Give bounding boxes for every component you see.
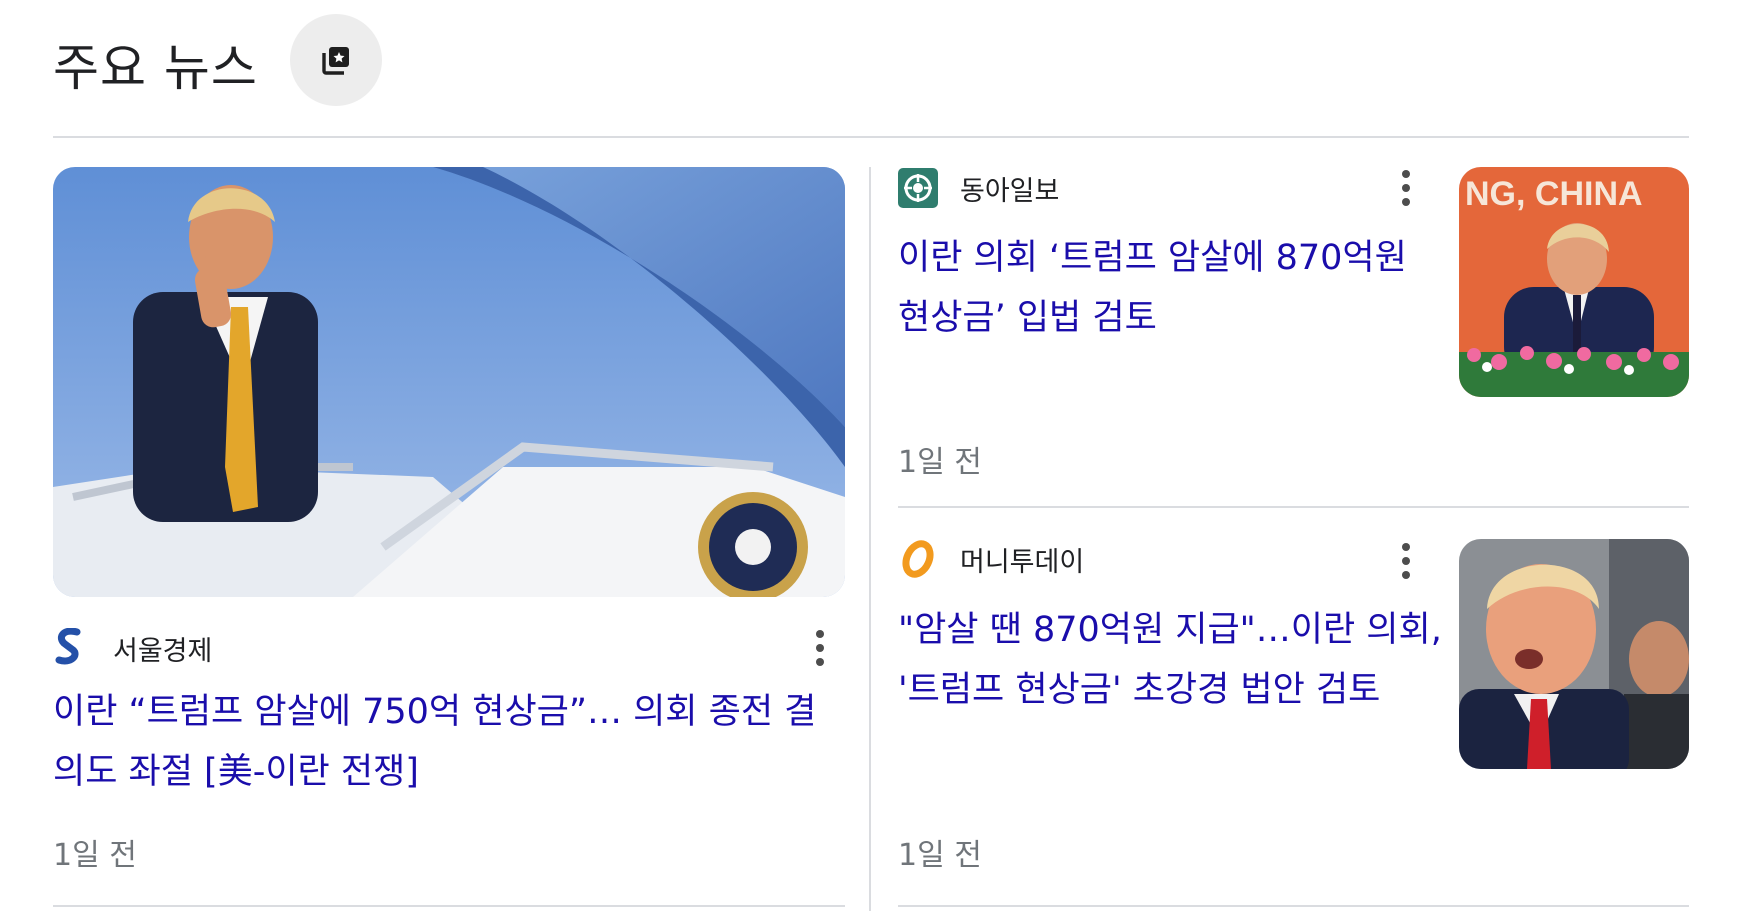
more-dot-3 [816,658,824,666]
side-story-1-thumbnail[interactable]: NG, CHINA [1459,167,1689,397]
section-title: 주요 뉴스 [53,39,258,97]
side-story-1-photo: NG, CHINA [1459,167,1689,397]
side-story-1-source[interactable]: 동아일보 [898,167,1059,209]
follow-topic-button[interactable] [290,14,382,106]
main-story-more-button[interactable] [802,624,838,672]
main-story-source[interactable]: 서울경제 [53,626,212,670]
source-name: 머니투데이 [960,546,1085,578]
side-story-bottom-divider [898,905,1689,907]
source-name: 서울경제 [113,635,213,667]
seoul-economy-logo-icon [55,628,81,665]
more-dot-1 [816,630,824,638]
more-dot-3 [1402,198,1410,206]
side-story-1-headline[interactable]: 이란 의회 ‘트럼프 암살에 870억원 현상금’ 입법 검토 [898,228,1443,348]
main-story-time: 1일 전 [53,838,137,873]
side-story-2-thumbnail[interactable] [1459,539,1689,769]
more-dot-2 [1402,557,1410,565]
more-dot-3 [1402,571,1410,579]
side-story-2-source[interactable]: 머니투데이 [898,538,1084,580]
side-story-2-headline[interactable]: "암살 땐 870억원 지급"…이란 의회, '트럼프 현상금' 초강경 법안 … [898,600,1448,720]
side-story-2-photo [1459,539,1689,769]
more-dot-2 [1402,184,1410,192]
main-story-bottom-divider [53,905,845,907]
donga-logo-icon [898,168,938,208]
source-name: 동아일보 [960,175,1060,207]
side-story-2-more-button[interactable] [1388,537,1424,585]
more-dot-1 [1402,170,1410,178]
main-story-headline[interactable]: 이란 “트럼프 암살에 750억 현상금”… 의회 종전 결의도 좌절 [美-이… [53,682,843,802]
header-divider [53,136,1689,138]
side-story-2-time: 1일 전 [898,838,982,873]
column-divider [869,167,871,911]
side-story-divider [898,506,1689,508]
banner-text: NG, CHINA [1465,175,1643,213]
section-header: 주요 뉴스 [53,18,258,110]
moneytoday-logo-icon [902,540,934,578]
main-story-photo [53,167,845,597]
side-story-1-more-button[interactable] [1388,164,1424,212]
side-story-1-time: 1일 전 [898,445,982,480]
more-dot-1 [1402,543,1410,551]
star-bookmark-icon [322,47,349,75]
main-story-image[interactable] [53,167,845,597]
more-dot-2 [816,644,824,652]
